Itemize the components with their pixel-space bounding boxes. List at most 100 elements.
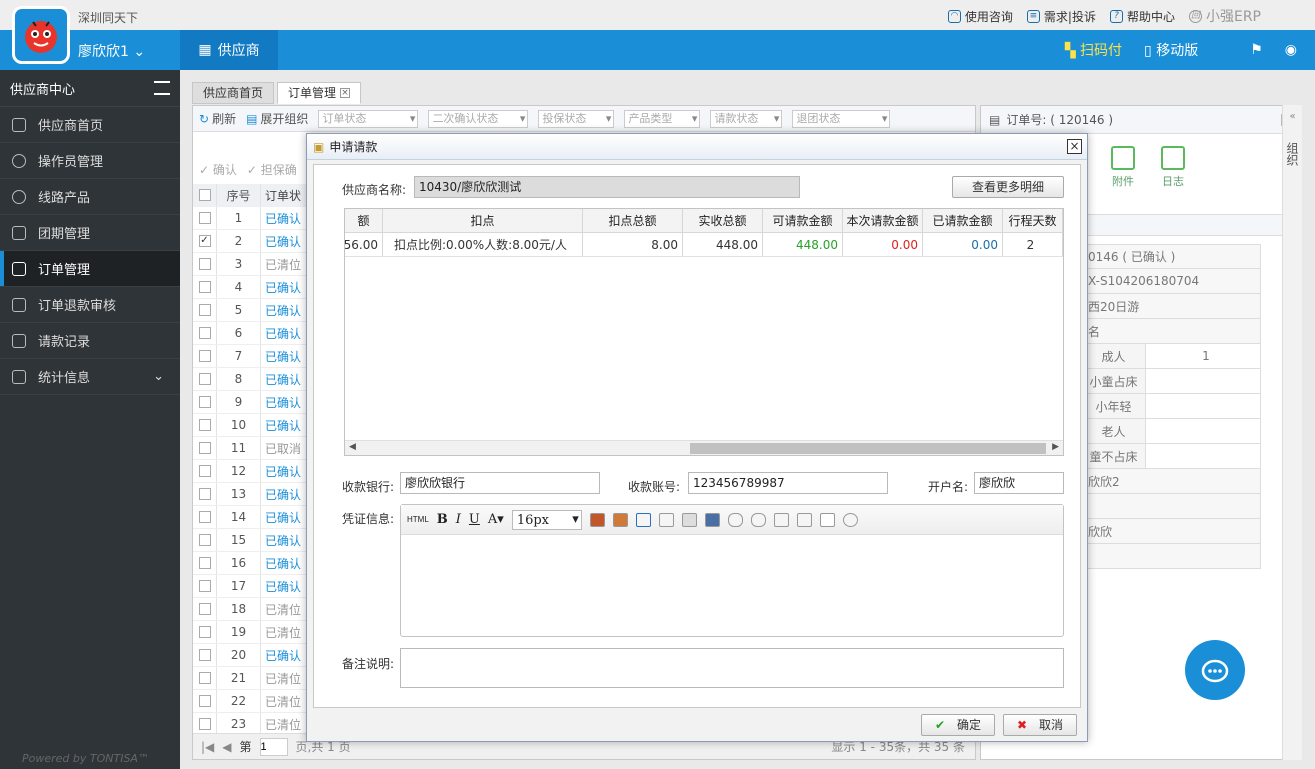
select-all-checkbox[interactable]	[198, 189, 211, 201]
page-input[interactable]	[259, 737, 288, 756]
link-icon[interactable]	[727, 512, 743, 527]
upload-icon[interactable]	[658, 512, 674, 527]
detail-value	[1146, 394, 1260, 418]
mobile-link[interactable]: ▯ 移动版	[1144, 40, 1198, 60]
payment-status-select[interactable]: 请款状态	[710, 109, 783, 128]
preview-icon[interactable]	[842, 512, 858, 527]
row-checkbox[interactable]	[198, 511, 211, 523]
tab-supplier-home[interactable]: 供应商首页	[192, 82, 275, 104]
refresh-button[interactable]: ↻ 刷新	[199, 110, 236, 127]
ok-button[interactable]: ✔ 确定	[921, 714, 995, 736]
consult-link[interactable]: ◠ 使用咨询	[947, 6, 1013, 26]
second-confirm-select[interactable]: 二次确认状态	[428, 109, 529, 128]
row-checkbox[interactable]	[198, 373, 211, 385]
refund-status-select[interactable]: 退团状态	[792, 109, 891, 128]
row-checkbox[interactable]	[198, 442, 211, 454]
video-icon[interactable]	[704, 512, 720, 527]
account-field[interactable]: 123456789987	[688, 472, 888, 494]
image-icon[interactable]	[589, 512, 605, 527]
unlink-icon[interactable]	[750, 512, 766, 527]
row-checkbox[interactable]	[198, 718, 211, 730]
attach-button[interactable]: 附件	[1111, 146, 1135, 189]
chat-support-button[interactable]	[1185, 640, 1245, 700]
row-checkbox[interactable]	[198, 488, 211, 500]
row-checkbox[interactable]	[198, 672, 211, 684]
order-status-select[interactable]: 订单状态	[318, 109, 419, 128]
insurance-status-select[interactable]: 投保状态	[538, 109, 615, 128]
new-document-icon[interactable]	[819, 512, 835, 527]
row-checkbox[interactable]	[198, 327, 211, 339]
row-checkbox[interactable]	[198, 396, 211, 408]
row-checkbox[interactable]	[198, 304, 211, 316]
sidebar-item-statistics[interactable]: 统计信息 ⌄	[0, 359, 180, 395]
product-type-select[interactable]: 产品类型	[624, 109, 701, 128]
horizontal-scrollbar[interactable]: ◀ ▶	[345, 440, 1063, 455]
sidebar-item-payment-records[interactable]: 请款记录	[0, 323, 180, 359]
font-size-select[interactable]: 16px ▾	[511, 509, 582, 530]
insert-image-icon[interactable]	[612, 512, 628, 527]
row-checkbox[interactable]	[198, 603, 211, 615]
html-source-icon[interactable]: HTML	[407, 515, 429, 524]
app-logo[interactable]	[12, 6, 70, 64]
sidebar-item-routes[interactable]: 线路产品	[0, 179, 180, 215]
detail-label: 成人	[1082, 344, 1146, 368]
row-checkbox[interactable]	[198, 258, 211, 270]
close-tab-icon[interactable]: ×	[340, 88, 351, 98]
sidebar-item-orders[interactable]: 订单管理	[0, 251, 180, 287]
eye-icon[interactable]: ◉	[1285, 42, 1297, 58]
row-checkbox[interactable]	[198, 580, 211, 592]
row-checkbox[interactable]	[198, 419, 211, 431]
flag-icon[interactable]: ⚑	[1250, 42, 1263, 58]
sidebar-item-groups[interactable]: 团期管理	[0, 215, 180, 251]
bullet-list-icon[interactable]	[773, 512, 789, 527]
right-collapse-strip[interactable]: « 组织	[1282, 105, 1302, 760]
feedback-link[interactable]: ≡ 需求|投诉	[1026, 6, 1096, 26]
view-more-button[interactable]: 查看更多明细	[952, 176, 1064, 198]
scroll-thumb[interactable]	[690, 443, 1046, 454]
tab-order-management[interactable]: 订单管理 ×	[277, 82, 362, 104]
font-color-icon[interactable]: A▾	[488, 512, 504, 527]
row-checkbox[interactable]	[198, 557, 211, 569]
dialog-title-bar[interactable]: ▣ 申请请款	[307, 134, 1087, 160]
scroll-left-icon[interactable]: ◀	[349, 442, 356, 452]
row-checkbox[interactable]: ✓	[198, 235, 211, 247]
scan-pay-link[interactable]: ▚ 扫码付	[1065, 40, 1122, 60]
italic-icon[interactable]: I	[456, 512, 461, 527]
row-checkbox[interactable]	[198, 649, 211, 661]
holder-field[interactable]: 廖欣欣	[974, 472, 1064, 494]
row-checkbox[interactable]	[198, 626, 211, 638]
detail-row: 小童占床	[1081, 369, 1261, 394]
nav-supplier[interactable]: ▦ 供应商	[180, 30, 278, 70]
bank-field[interactable]: 廖欣欣银行	[400, 472, 600, 494]
sidebar-item-refund-review[interactable]: 订单退款审核	[0, 287, 180, 323]
row-checkbox[interactable]	[198, 350, 211, 362]
prev-page-icon[interactable]: ◀	[222, 740, 231, 754]
row-checkbox[interactable]	[198, 281, 211, 293]
row-checkbox[interactable]	[198, 465, 211, 477]
insure-button[interactable]: ✓ 担保确	[247, 161, 297, 178]
help-link[interactable]: ? 帮助中心	[1109, 6, 1175, 26]
sidebar-item-operators[interactable]: 操作员管理	[0, 143, 180, 179]
collapse-menu-icon[interactable]	[154, 81, 170, 95]
underline-icon[interactable]: U	[469, 512, 480, 527]
cancel-button[interactable]: ✖ 取消	[1003, 714, 1077, 736]
scroll-right-icon[interactable]: ▶	[1052, 442, 1059, 452]
numbered-list-icon[interactable]	[796, 512, 812, 527]
log-button[interactable]: 日志	[1161, 146, 1185, 189]
paste-text-icon[interactable]	[681, 512, 697, 527]
row-seq: 2	[217, 230, 261, 252]
editor-content[interactable]	[401, 535, 1063, 635]
user-menu[interactable]: 廖欣欣1 ⌄	[78, 41, 145, 61]
bold-icon[interactable]: B	[437, 512, 448, 527]
row-checkbox[interactable]	[198, 534, 211, 546]
confirm-button[interactable]: ✓ 确认	[199, 161, 237, 178]
row-checkbox[interactable]	[198, 695, 211, 707]
first-page-icon[interactable]: |◀	[201, 740, 214, 754]
attachment-icon[interactable]	[635, 512, 651, 527]
close-icon[interactable]: ×	[1067, 139, 1082, 154]
sidebar-item-home[interactable]: 供应商首页	[0, 107, 180, 143]
expand-org-button[interactable]: ▤ 展开组织	[246, 110, 308, 127]
collapse-icon[interactable]: «	[1283, 111, 1302, 122]
remark-field[interactable]	[400, 648, 1064, 688]
row-checkbox[interactable]	[198, 212, 211, 224]
